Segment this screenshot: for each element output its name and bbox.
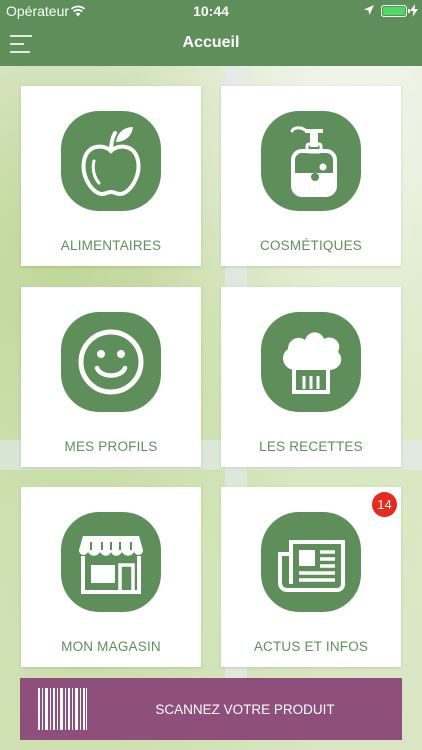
tile-mes-profils[interactable]: MES PROFILS [21,287,201,467]
smiley-icon [61,312,161,412]
newspaper-icon [261,512,361,612]
status-bar: Opérateur 10:44 [0,0,422,22]
scan-label: SCANNEZ VOTRE PRODUIT [155,702,335,717]
apple-icon [61,111,161,211]
tile-mon-magasin[interactable]: MON MAGASIN [21,487,201,667]
tile-label: MON MAGASIN [61,639,161,654]
tile-label: ALIMENTAIRES [60,238,162,253]
tile-alimentaires[interactable]: ALIMENTAIRES [21,86,201,266]
soap-dispenser-icon [261,111,361,211]
shop-icon [61,512,161,612]
chef-hat-icon [261,312,361,412]
scan-product-button[interactable]: SCANNEZ VOTRE PRODUIT [20,678,402,740]
tile-label: COSMÉTIQUES [260,238,362,253]
location-arrow-icon [364,5,374,15]
tile-label: MES PROFILS [64,439,158,454]
tile-label: LES RECETTES [259,439,363,454]
navigation-bar: Accueil [0,22,422,66]
notification-badge: 14 [372,492,397,517]
tile-label: ACTUS ET INFOS [253,639,369,654]
barcode-icon [38,688,87,730]
clock: 10:44 [193,3,229,19]
charging-bolt-icon [410,4,418,17]
tile-actus-et-infos[interactable]: ACTUS ET INFOS [221,487,401,667]
tile-les-recettes[interactable]: LES RECETTES [221,287,401,467]
battery-icon [381,5,410,17]
page-title: Accueil [182,34,240,51]
tile-cosmetiques[interactable]: COSMÉTIQUES [221,86,401,266]
